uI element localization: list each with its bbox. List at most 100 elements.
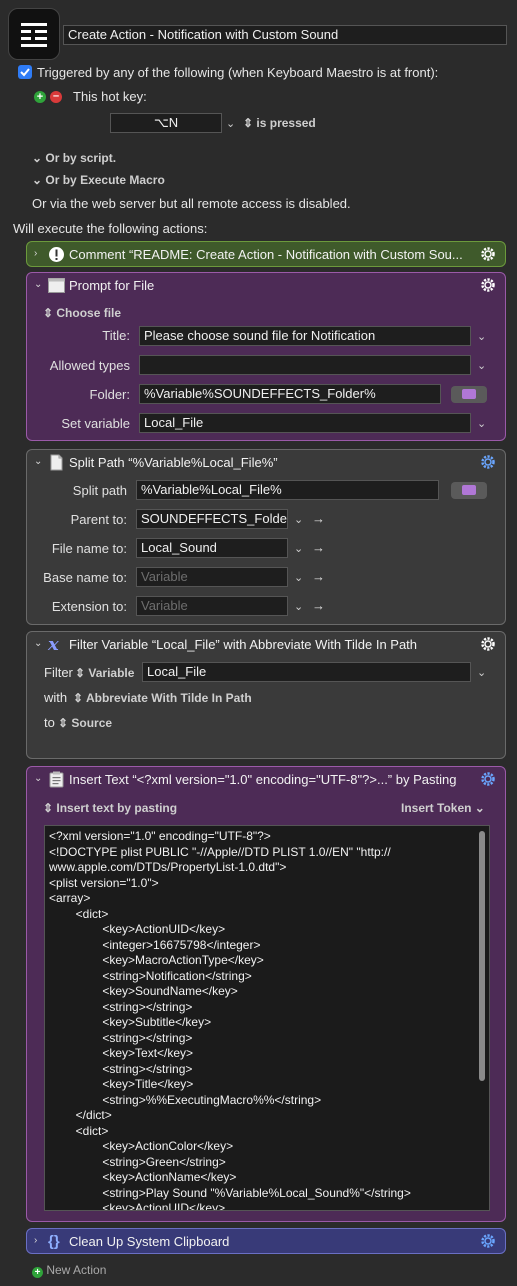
- will-execute-text: Will execute the following actions:: [13, 221, 208, 236]
- filter-type-label: Variable: [88, 666, 135, 680]
- filter-variable-field[interactable]: Local_File: [142, 662, 471, 682]
- prompt-title-field[interactable]: Please choose sound file for Notificatio…: [139, 326, 471, 346]
- new-action-label: New Action: [46, 1263, 107, 1277]
- gear-icon[interactable]: [479, 453, 497, 471]
- gear-icon[interactable]: [479, 635, 497, 653]
- filter-dropdown-icon[interactable]: ⌄: [477, 666, 486, 679]
- folder-field[interactable]: %Variable%SOUNDEFFECTS_Folder%: [139, 384, 441, 404]
- add-icon: +: [32, 1267, 43, 1278]
- action-split-path[interactable]: ⌄ Split Path “%Variable%Local_File%” Spl…: [26, 449, 506, 625]
- with-filter-select[interactable]: ⇕ Abbreviate With Tilde In Path: [73, 691, 252, 705]
- or-by-script-label: Or by script.: [45, 151, 117, 165]
- parent-dropdown-icon[interactable]: ⌄: [294, 513, 303, 526]
- action-insert-text[interactable]: ⌄ Insert Text “<?xml version="1.0" encod…: [26, 766, 506, 1222]
- disclosure-open-icon[interactable]: ⌄: [34, 279, 42, 290]
- base-name-to-label: Base name to:: [43, 570, 127, 585]
- filter-label: Filter: [44, 665, 73, 680]
- extension-to-label: Extension to:: [51, 599, 127, 614]
- action-comment[interactable]: › Comment “README: Create Action - Notif…: [26, 241, 506, 267]
- hotkey-state: is pressed: [256, 116, 316, 130]
- allowed-types-field[interactable]: [139, 355, 471, 375]
- hotkey-dropdown-icon[interactable]: ⌄: [226, 117, 235, 130]
- action-clean-up-clipboard[interactable]: › {} Clean Up System Clipboard: [26, 1228, 506, 1254]
- set-variable-field[interactable]: Local_File: [139, 413, 471, 433]
- with-filter-label: Abbreviate With Tilde In Path: [85, 691, 252, 705]
- file-name-to-label: File name to:: [51, 541, 127, 556]
- choose-file-select[interactable]: ⇕ Choose file: [43, 306, 121, 320]
- gear-icon[interactable]: [479, 770, 497, 788]
- file-name-to-field[interactable]: Local_Sound: [136, 538, 288, 558]
- split-path-field[interactable]: %Variable%Local_File%: [136, 480, 439, 500]
- gear-icon[interactable]: [479, 245, 497, 263]
- add-trigger-icon[interactable]: +: [34, 91, 46, 103]
- extension-dropdown-icon[interactable]: ⌄: [294, 600, 303, 613]
- disclosure-open-icon[interactable]: ⌄: [34, 456, 42, 467]
- hotkey-field[interactable]: ⌥N: [110, 113, 222, 133]
- title-label: Title:: [102, 328, 130, 343]
- comment-icon: [48, 246, 65, 263]
- extension-arrow-icon[interactable]: →: [312, 598, 325, 613]
- new-action-button[interactable]: + New Action: [32, 1263, 106, 1278]
- disclosure-closed-icon[interactable]: ›: [34, 248, 37, 259]
- split-path-picker-button[interactable]: [451, 482, 487, 499]
- set-variable-dropdown-icon[interactable]: ⌄: [477, 417, 486, 430]
- folder-picker-button[interactable]: [451, 386, 487, 403]
- base-name-arrow-icon[interactable]: →: [312, 569, 325, 584]
- folder-label: Folder:: [89, 387, 130, 402]
- action-title: Prompt for File: [69, 278, 155, 293]
- macro-icon: [8, 8, 60, 60]
- allowed-types-label: Allowed types: [49, 358, 130, 373]
- web-server-text: Or via the web server but all remote acc…: [32, 196, 351, 211]
- gear-icon[interactable]: [479, 276, 497, 294]
- choose-file-label: Choose file: [56, 306, 122, 320]
- action-title: Insert Text “<?xml version="1.0" encodin…: [69, 772, 457, 787]
- remove-trigger-icon[interactable]: –: [50, 91, 62, 103]
- to-destination-select[interactable]: ⇕ Source: [58, 716, 112, 730]
- action-title: Split Path “%Variable%Local_File%”: [69, 455, 278, 470]
- split-path-label: Split path: [72, 483, 127, 498]
- disclosure-open-icon[interactable]: ⌄: [34, 773, 42, 784]
- file-name-dropdown-icon[interactable]: ⌄: [294, 542, 303, 555]
- or-by-execute-macro[interactable]: ⌄ Or by Execute Macro: [32, 173, 165, 187]
- allowed-dropdown-icon[interactable]: ⌄: [477, 359, 486, 372]
- or-by-script[interactable]: ⌄ Or by script.: [32, 151, 116, 165]
- title-dropdown-icon[interactable]: ⌄: [477, 330, 486, 343]
- action-prompt-for-file[interactable]: ⌄ Prompt for File ⇕ Choose file Title: P…: [26, 272, 506, 441]
- hotkey-label: This hot key:: [73, 89, 147, 104]
- insert-mode-select[interactable]: ⇕ Insert text by pasting: [43, 801, 177, 815]
- parent-arrow-icon[interactable]: →: [312, 511, 325, 526]
- trigger-checkbox[interactable]: [18, 65, 32, 79]
- text-to-insert-editor[interactable]: <?xml version="1.0" encoding="UTF-8"?> <…: [44, 825, 490, 1211]
- to-label: to: [44, 715, 55, 730]
- disclosure-open-icon[interactable]: ⌄: [34, 638, 42, 649]
- base-name-to-field[interactable]: Variable: [136, 567, 288, 587]
- window-icon: [48, 277, 65, 294]
- extension-to-field[interactable]: Variable: [136, 596, 288, 616]
- action-filter-variable[interactable]: ⌄ x Filter Variable “Local_File” with Ab…: [26, 631, 506, 759]
- action-title: Filter Variable “Local_File” with Abbrev…: [69, 637, 418, 652]
- insert-token-label: Insert Token: [401, 801, 472, 815]
- disclosure-closed-icon[interactable]: ›: [34, 1235, 37, 1246]
- to-destination-label: Source: [71, 716, 113, 730]
- hotkey-state-select[interactable]: ⇕ is pressed: [243, 116, 316, 130]
- insert-token-menu[interactable]: Insert Token ⌄: [401, 801, 485, 815]
- macro-name-field[interactable]: Create Action - Notification with Custom…: [63, 25, 507, 45]
- braces-icon: {}: [48, 1233, 60, 1250]
- set-variable-label: Set variable: [61, 416, 130, 431]
- clipboard-icon: [48, 771, 65, 788]
- parent-to-field[interactable]: SOUNDEFFECTS_Folder: [136, 509, 288, 529]
- base-name-dropdown-icon[interactable]: ⌄: [294, 571, 303, 584]
- variable-x-icon: x: [48, 634, 59, 655]
- file-name-arrow-icon[interactable]: →: [312, 540, 325, 555]
- code-text: <?xml version="1.0" encoding="UTF-8"?> <…: [49, 829, 411, 1211]
- editor-scrollbar[interactable]: [479, 831, 485, 1081]
- gear-icon[interactable]: [479, 1232, 497, 1250]
- trigger-text: Triggered by any of the following (when …: [37, 65, 439, 80]
- with-label: with: [44, 690, 68, 705]
- filter-type-select[interactable]: ⇕ Variable: [75, 666, 134, 680]
- insert-mode-label: Insert text by pasting: [56, 801, 178, 815]
- or-by-execute-label: Or by Execute Macro: [45, 173, 165, 187]
- parent-to-label: Parent to:: [70, 512, 127, 527]
- action-title: Clean Up System Clipboard: [69, 1234, 230, 1249]
- action-title: Comment “README: Create Action - Notific…: [69, 247, 463, 262]
